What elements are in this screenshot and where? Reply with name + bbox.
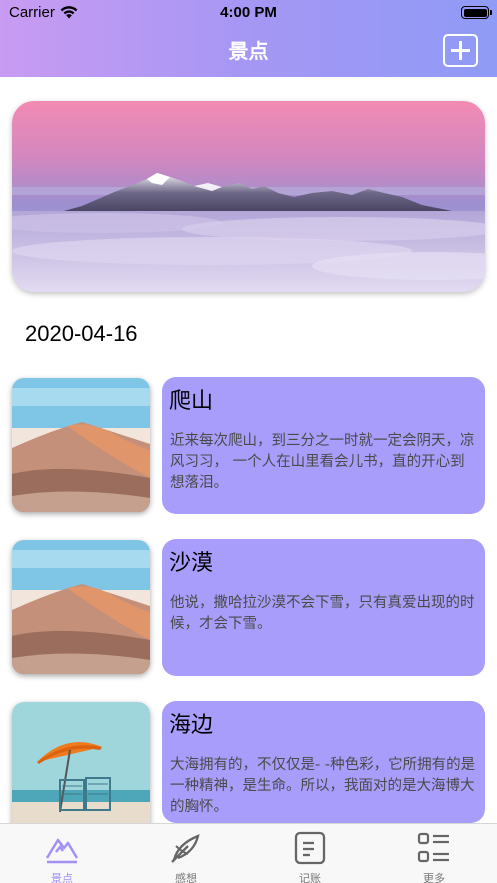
page-title: 景点 (228, 39, 269, 63)
entry-thumbnail-beach[interactable] (12, 702, 150, 836)
add-button[interactable] (443, 34, 478, 67)
status-time: 4:00 PM (220, 4, 277, 21)
tab-label: 感想 (175, 872, 197, 883)
grid-list-icon (417, 832, 449, 863)
entry-title: 爬山 (169, 389, 214, 414)
tab-label: 更多 (423, 872, 445, 883)
screen: Carrier 4:00 PM 景点 2020-04-16 爬山 近来每次爬山，… (0, 0, 497, 883)
entry-title: 沙漠 (169, 551, 214, 576)
tab-ledger[interactable]: 记账 (270, 828, 350, 883)
tab-scenic[interactable]: 景点 (22, 828, 102, 883)
nav-header: Carrier 4:00 PM 景点 (0, 0, 497, 77)
mountain-icon (45, 838, 79, 864)
entry-card[interactable]: 海边 大海拥有的，不仅仅是- -种色彩，它所拥有的是一种精神，是生命。所以，我面… (162, 701, 485, 823)
entry-date: 2020-04-16 (25, 321, 138, 346)
entry-card[interactable]: 爬山 近来每次爬山，到三分之一时就一定会阴天，凉风习习， 一个人在山里看会儿书，… (162, 377, 485, 514)
entry-body: 近来每次爬山，到三分之一时就一定会阴天，凉风习习， 一个人在山里看会儿书，直的开… (170, 433, 475, 491)
tab-bar: 景点 感想 记账 更多 (0, 823, 497, 883)
feather-icon (171, 834, 200, 863)
entry-thumbnail-desert[interactable] (12, 540, 150, 674)
desert-dunes-image (12, 378, 150, 512)
entry-title: 海边 (169, 713, 214, 738)
status-bar: Carrier 4:00 PM (0, 0, 497, 26)
beach-umbrella-image (12, 702, 150, 836)
battery-icon (461, 6, 492, 19)
entry-thumbnail-desert[interactable] (12, 378, 150, 512)
desert-dunes-image (12, 540, 150, 674)
ledger-icon (294, 831, 326, 865)
entry-body: 他说，撒哈拉沙漠不会下雪，只有真爱出现的时候，才会下雪。 (170, 595, 475, 632)
entry-card[interactable]: 沙漠 他说，撒哈拉沙漠不会下雪，只有真爱出现的时候，才会下雪。 (162, 539, 485, 676)
tab-thoughts[interactable]: 感想 (146, 828, 226, 883)
mountain-sea-of-clouds-image (12, 173, 485, 292)
tab-more[interactable]: 更多 (394, 828, 474, 883)
entry-body: 大海拥有的，不仅仅是- -种色彩，它所拥有的是一种精神，是生命。所以，我面对的是… (170, 757, 476, 815)
banner-image[interactable] (12, 101, 485, 292)
tab-label: 记账 (299, 872, 321, 883)
tab-label: 景点 (51, 872, 73, 883)
